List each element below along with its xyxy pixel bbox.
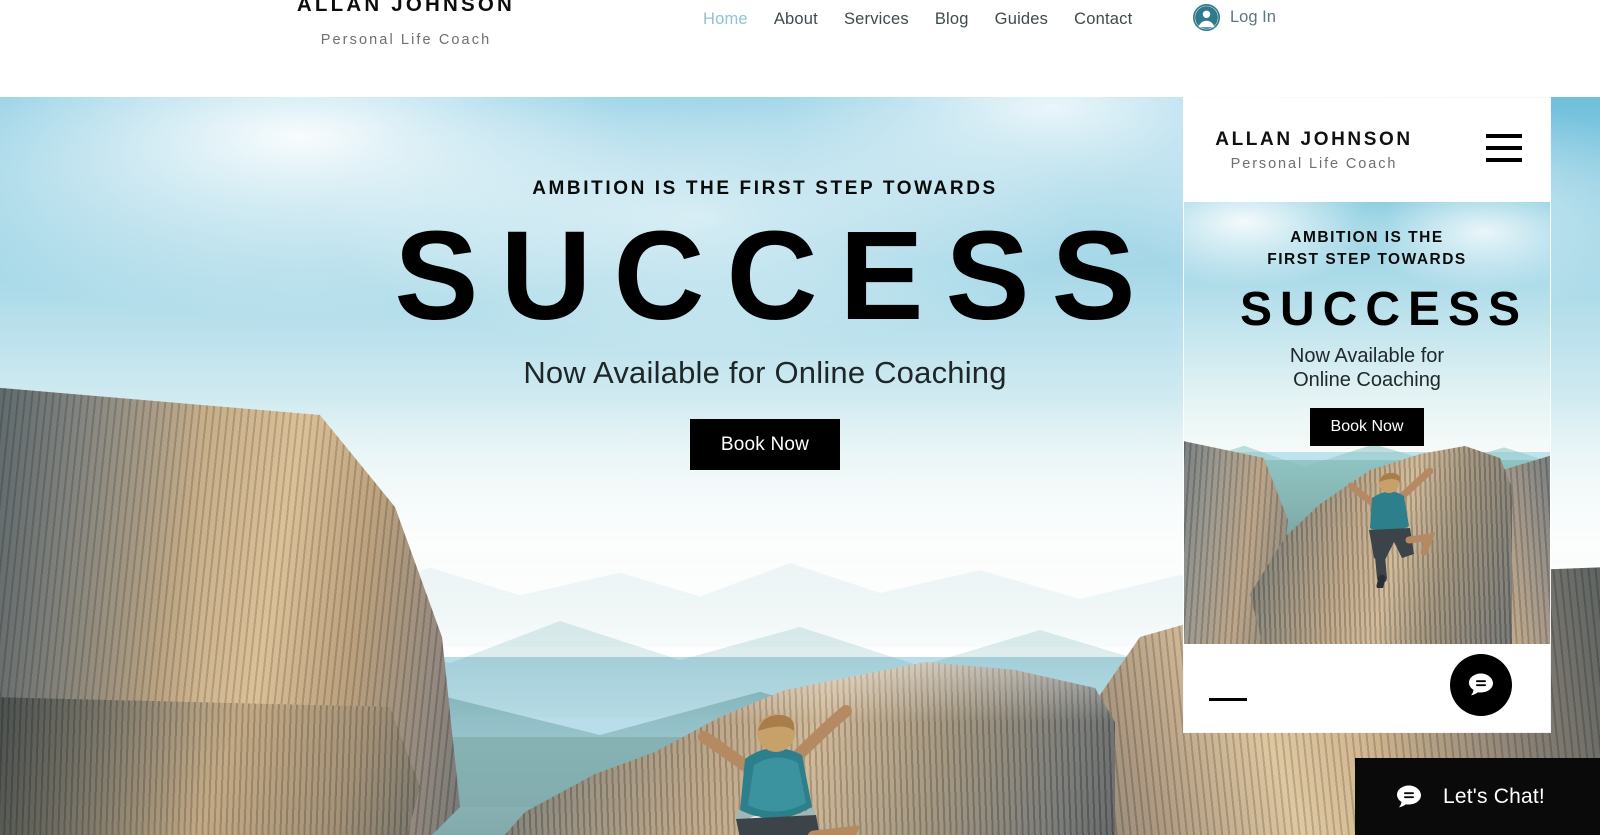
mobile-rock-climber-figure: [1347, 467, 1436, 588]
mobile-hero-headline: SUCCESS: [1239, 283, 1529, 336]
mobile-book-now-button[interactable]: Book Now: [1309, 408, 1425, 446]
mobile-hero-section: AMBITION IS THE FIRST STEP TOWARDS SUCCE…: [1184, 202, 1550, 644]
main-navigation: Home About Services Blog Guides Contact: [690, 6, 1145, 32]
mobile-chat-fab-button[interactable]: [1450, 654, 1512, 716]
hamburger-menu-icon[interactable]: [1486, 134, 1522, 162]
nav-item-blog[interactable]: Blog: [922, 6, 982, 32]
nav-item-contact[interactable]: Contact: [1061, 6, 1145, 32]
page-root: ALLAN JOHNSON Personal Life Coach Home A…: [0, 0, 1600, 835]
mobile-brand-logo[interactable]: ALLAN JOHNSON Personal Life Coach: [1206, 129, 1422, 175]
mobile-hero-kicker-line1: AMBITION IS THE: [1290, 229, 1444, 246]
lets-chat-widget[interactable]: Let's Chat!: [1355, 758, 1600, 835]
mobile-header: ALLAN JOHNSON Personal Life Coach: [1184, 98, 1550, 202]
hamburger-bar-3: [1486, 158, 1522, 162]
hamburger-bar-2: [1486, 146, 1522, 150]
mobile-hero-copy: AMBITION IS THE FIRST STEP TOWARDS SUCCE…: [1184, 202, 1550, 446]
login-button[interactable]: Log In: [1193, 4, 1276, 31]
mobile-footer: [1184, 644, 1550, 732]
nav-item-guides[interactable]: Guides: [982, 6, 1061, 32]
mobile-brand-tagline: Personal Life Coach: [1230, 156, 1398, 172]
mobile-hero-subline-line2: Online Coaching: [1293, 369, 1441, 391]
mobile-brand-name: ALLAN JOHNSON: [1215, 129, 1413, 150]
brand-logo[interactable]: ALLAN JOHNSON Personal Life Coach: [288, 0, 524, 55]
site-header: ALLAN JOHNSON Personal Life Coach Home A…: [0, 0, 1600, 97]
nav-item-home[interactable]: Home: [690, 6, 761, 32]
footer-divider: [1209, 698, 1247, 701]
brand-name: ALLAN JOHNSON: [296, 0, 516, 16]
nav-item-services[interactable]: Services: [831, 6, 922, 32]
rock-climber-figure: [698, 705, 861, 835]
user-avatar-icon: [1193, 4, 1220, 31]
mobile-hero-subline-line1: Now Available for: [1289, 345, 1445, 367]
mobile-preview-panel: ALLAN JOHNSON Personal Life Coach AMBITI…: [1184, 98, 1550, 732]
book-now-button[interactable]: Book Now: [689, 419, 841, 470]
brand-tagline: Personal Life Coach: [320, 32, 492, 48]
hamburger-bar-1: [1486, 134, 1522, 138]
chat-bubble-icon: [1397, 785, 1421, 807]
lets-chat-label: Let's Chat!: [1443, 784, 1545, 808]
mobile-hero-kicker-line2: FIRST STEP TOWARDS: [1267, 251, 1467, 268]
login-label: Log In: [1230, 8, 1276, 26]
nav-item-about[interactable]: About: [761, 6, 831, 32]
chat-bubble-icon: [1469, 673, 1493, 696]
